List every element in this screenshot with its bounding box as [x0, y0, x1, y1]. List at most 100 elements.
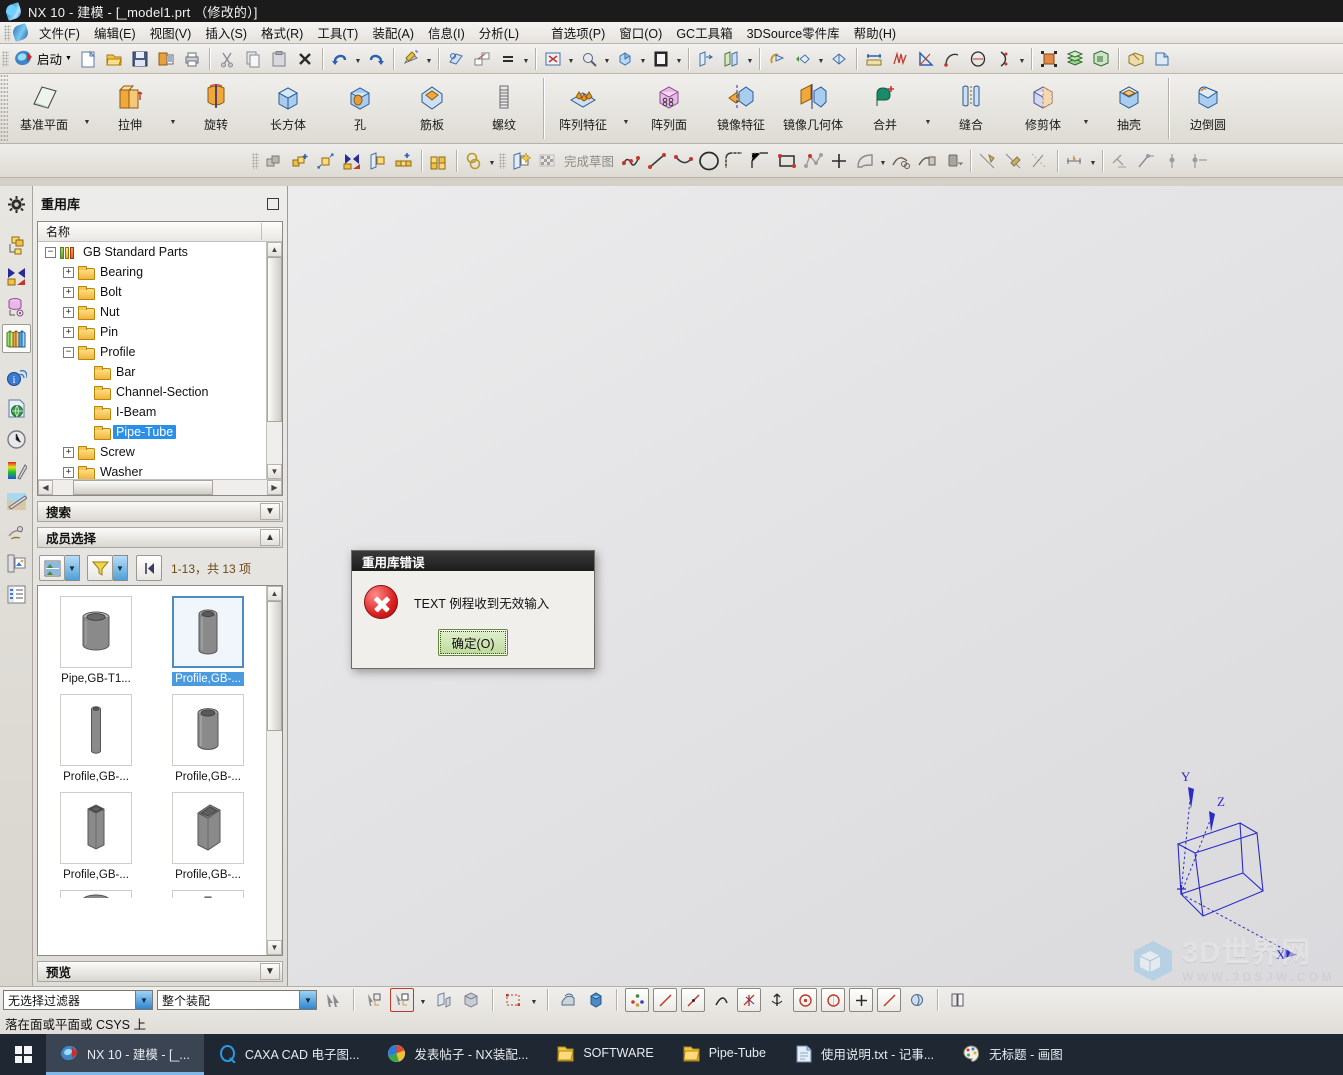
ribbon-edge-blend[interactable]: 边倒圆 [1172, 74, 1244, 143]
add-component-icon[interactable] [287, 148, 313, 174]
taskbar-item-nx[interactable]: NX 10 - 建模 - [_... [46, 1034, 204, 1075]
expander-icon[interactable]: + [63, 306, 74, 318]
taskbar-item-software-folder[interactable]: SOFTWARE [542, 1034, 667, 1075]
create-new-parent-icon[interactable] [365, 148, 391, 174]
profile-icon[interactable] [800, 148, 826, 174]
sidebar-item-process-studio[interactable] [2, 580, 31, 609]
member-item[interactable]: Profile,GB-... [40, 688, 152, 786]
hscroll-thumb[interactable] [73, 480, 213, 495]
sidebar-item-web-browser[interactable] [2, 394, 31, 423]
menu-item-view[interactable]: 视图(V) [143, 20, 199, 45]
sidebar-item-assembly-navigator[interactable] [2, 231, 31, 260]
hscroll-track[interactable] [53, 480, 267, 495]
layer-category-icon[interactable] [1088, 46, 1114, 72]
line-icon[interactable] [644, 148, 670, 174]
tree-node-i-beam[interactable]: I-Beam [38, 402, 266, 422]
tree-horizontal-scrollbar[interactable]: ◀ ▶ [38, 479, 282, 495]
tree-node-washer[interactable]: + Washer [38, 462, 266, 479]
chevron-down-icon[interactable]: ▼ [260, 503, 280, 520]
face-select-icon[interactable] [432, 988, 456, 1012]
snap-pole-icon[interactable] [905, 988, 929, 1012]
ribbon-sew[interactable]: 缝合 [935, 74, 1007, 143]
show-hide-icon[interactable] [693, 46, 719, 72]
trim-body-dropdown-icon[interactable]: ▼ [1079, 74, 1093, 143]
parallel-icon[interactable] [1133, 148, 1159, 174]
first-page-icon[interactable] [136, 555, 162, 581]
tree-node-nut[interactable]: + Nut [38, 302, 266, 322]
tree-node-channel-section[interactable]: Channel-Section [38, 382, 266, 402]
thumbnail-view-icon[interactable] [39, 555, 65, 581]
ok-button[interactable]: 确定(O) [438, 629, 508, 656]
ribbon-pattern-face[interactable]: 阵列面 [633, 74, 705, 143]
scroll-up-icon[interactable]: ▲ [267, 242, 282, 257]
copy-icon[interactable] [240, 46, 266, 72]
menu-item-format[interactable]: 格式(R) [254, 20, 310, 45]
undo-dropdown-icon[interactable]: ▼ [353, 46, 363, 72]
ribbon-pattern-feature[interactable]: 阵列特征 [547, 74, 619, 143]
preview-section-header[interactable]: 预览 ▼ [37, 961, 283, 982]
menu-item-tools[interactable]: 工具(T) [310, 20, 365, 45]
scroll-thumb[interactable] [267, 257, 282, 422]
fit-view-icon[interactable] [540, 46, 566, 72]
undo-icon[interactable] [327, 46, 353, 72]
scroll-up-icon[interactable]: ▲ [267, 586, 282, 601]
dimension-dropdown-icon[interactable]: ▼ [1088, 148, 1098, 174]
offset-curve-icon[interactable] [852, 148, 878, 174]
snap-point-boxed-icon[interactable] [390, 988, 414, 1012]
ribbon-trim-body[interactable]: 修剪体 [1007, 74, 1079, 143]
scroll-left-icon[interactable]: ◀ [38, 480, 53, 495]
member-item[interactable]: Profile,GB-... [40, 786, 152, 884]
menu-item-edit[interactable]: 编辑(E) [87, 20, 143, 45]
snap-midpoint-icon[interactable] [681, 988, 705, 1012]
equal-icon[interactable] [495, 46, 521, 72]
ribbon-shell[interactable]: 抽壳 [1093, 74, 1165, 143]
taskbar-item-pipe-tube-folder[interactable]: Pipe-Tube [668, 1034, 780, 1075]
ribbon-mirror-geometry[interactable]: 镜像几何体 [777, 74, 849, 143]
filter-control[interactable]: ▼ [87, 555, 128, 581]
tree-node-pipe-tube[interactable]: Pipe-Tube [38, 422, 266, 442]
tree-node-pin[interactable]: + Pin [38, 322, 266, 342]
render-style-icon[interactable] [648, 46, 674, 72]
taskbar-item-caxa[interactable]: CAXA CAD 电子图... [204, 1034, 374, 1075]
tree-node-screw[interactable]: + Screw [38, 442, 266, 462]
make-corner-icon[interactable] [940, 148, 966, 174]
snap-point-dropdown-icon[interactable]: ▼ [418, 987, 428, 1013]
measure-distance-icon[interactable] [861, 46, 887, 72]
wcs-dropdown-icon[interactable]: ▼ [816, 46, 826, 72]
selection-filter-dropdown[interactable]: 无选择过滤器 ▼ [3, 990, 153, 1010]
expander-icon[interactable]: + [63, 446, 74, 458]
horizontal-dim-icon[interactable] [1185, 148, 1211, 174]
redo-icon[interactable] [363, 46, 389, 72]
face-analysis-icon[interactable] [556, 988, 580, 1012]
expander-icon[interactable]: + [63, 266, 74, 278]
open-folder-icon[interactable] [101, 46, 127, 72]
geometric-constraint-icon[interactable] [975, 148, 1001, 174]
offset-dropdown-icon[interactable]: ▼ [878, 148, 888, 174]
fillet-icon[interactable] [722, 148, 748, 174]
wcs-dynamic-icon[interactable] [790, 46, 816, 72]
select-shape-dropdown-icon[interactable]: ▼ [529, 987, 539, 1013]
measure-spring-icon[interactable] [887, 46, 913, 72]
menu-item-information[interactable]: 信息(I) [421, 20, 472, 45]
sidebar-item-constraint-navigator[interactable] [2, 262, 31, 291]
ribbon-block[interactable]: 长方体 [252, 74, 324, 143]
scroll-down-icon[interactable]: ▼ [267, 464, 282, 479]
new-component-icon[interactable] [391, 148, 417, 174]
render-dropdown-icon[interactable]: ▼ [674, 46, 684, 72]
alternate-solution-icon[interactable] [1027, 148, 1053, 174]
measure-arc-icon[interactable] [939, 46, 965, 72]
ribbon-mirror-feature[interactable]: 镜像特征 [705, 74, 777, 143]
snap-point-icon[interactable] [362, 988, 386, 1012]
menu-item-preferences[interactable]: 首选项(P) [544, 20, 612, 45]
save-icon[interactable] [127, 46, 153, 72]
toolbar-grip[interactable] [2, 50, 9, 67]
component-select-icon[interactable] [460, 988, 484, 1012]
print-icon[interactable] [179, 46, 205, 72]
ribbon-hole[interactable]: 孔 [324, 74, 396, 143]
mirror-assembly-icon[interactable] [339, 148, 365, 174]
filter-dropdown-icon[interactable]: ▼ [113, 555, 128, 581]
equal-dropdown-icon[interactable]: ▼ [521, 46, 531, 72]
sidebar-item-system-materials[interactable] [2, 456, 31, 485]
pattern-feature-dropdown-icon[interactable]: ▼ [619, 74, 633, 143]
chevron-down-icon[interactable]: ▼ [299, 991, 316, 1009]
